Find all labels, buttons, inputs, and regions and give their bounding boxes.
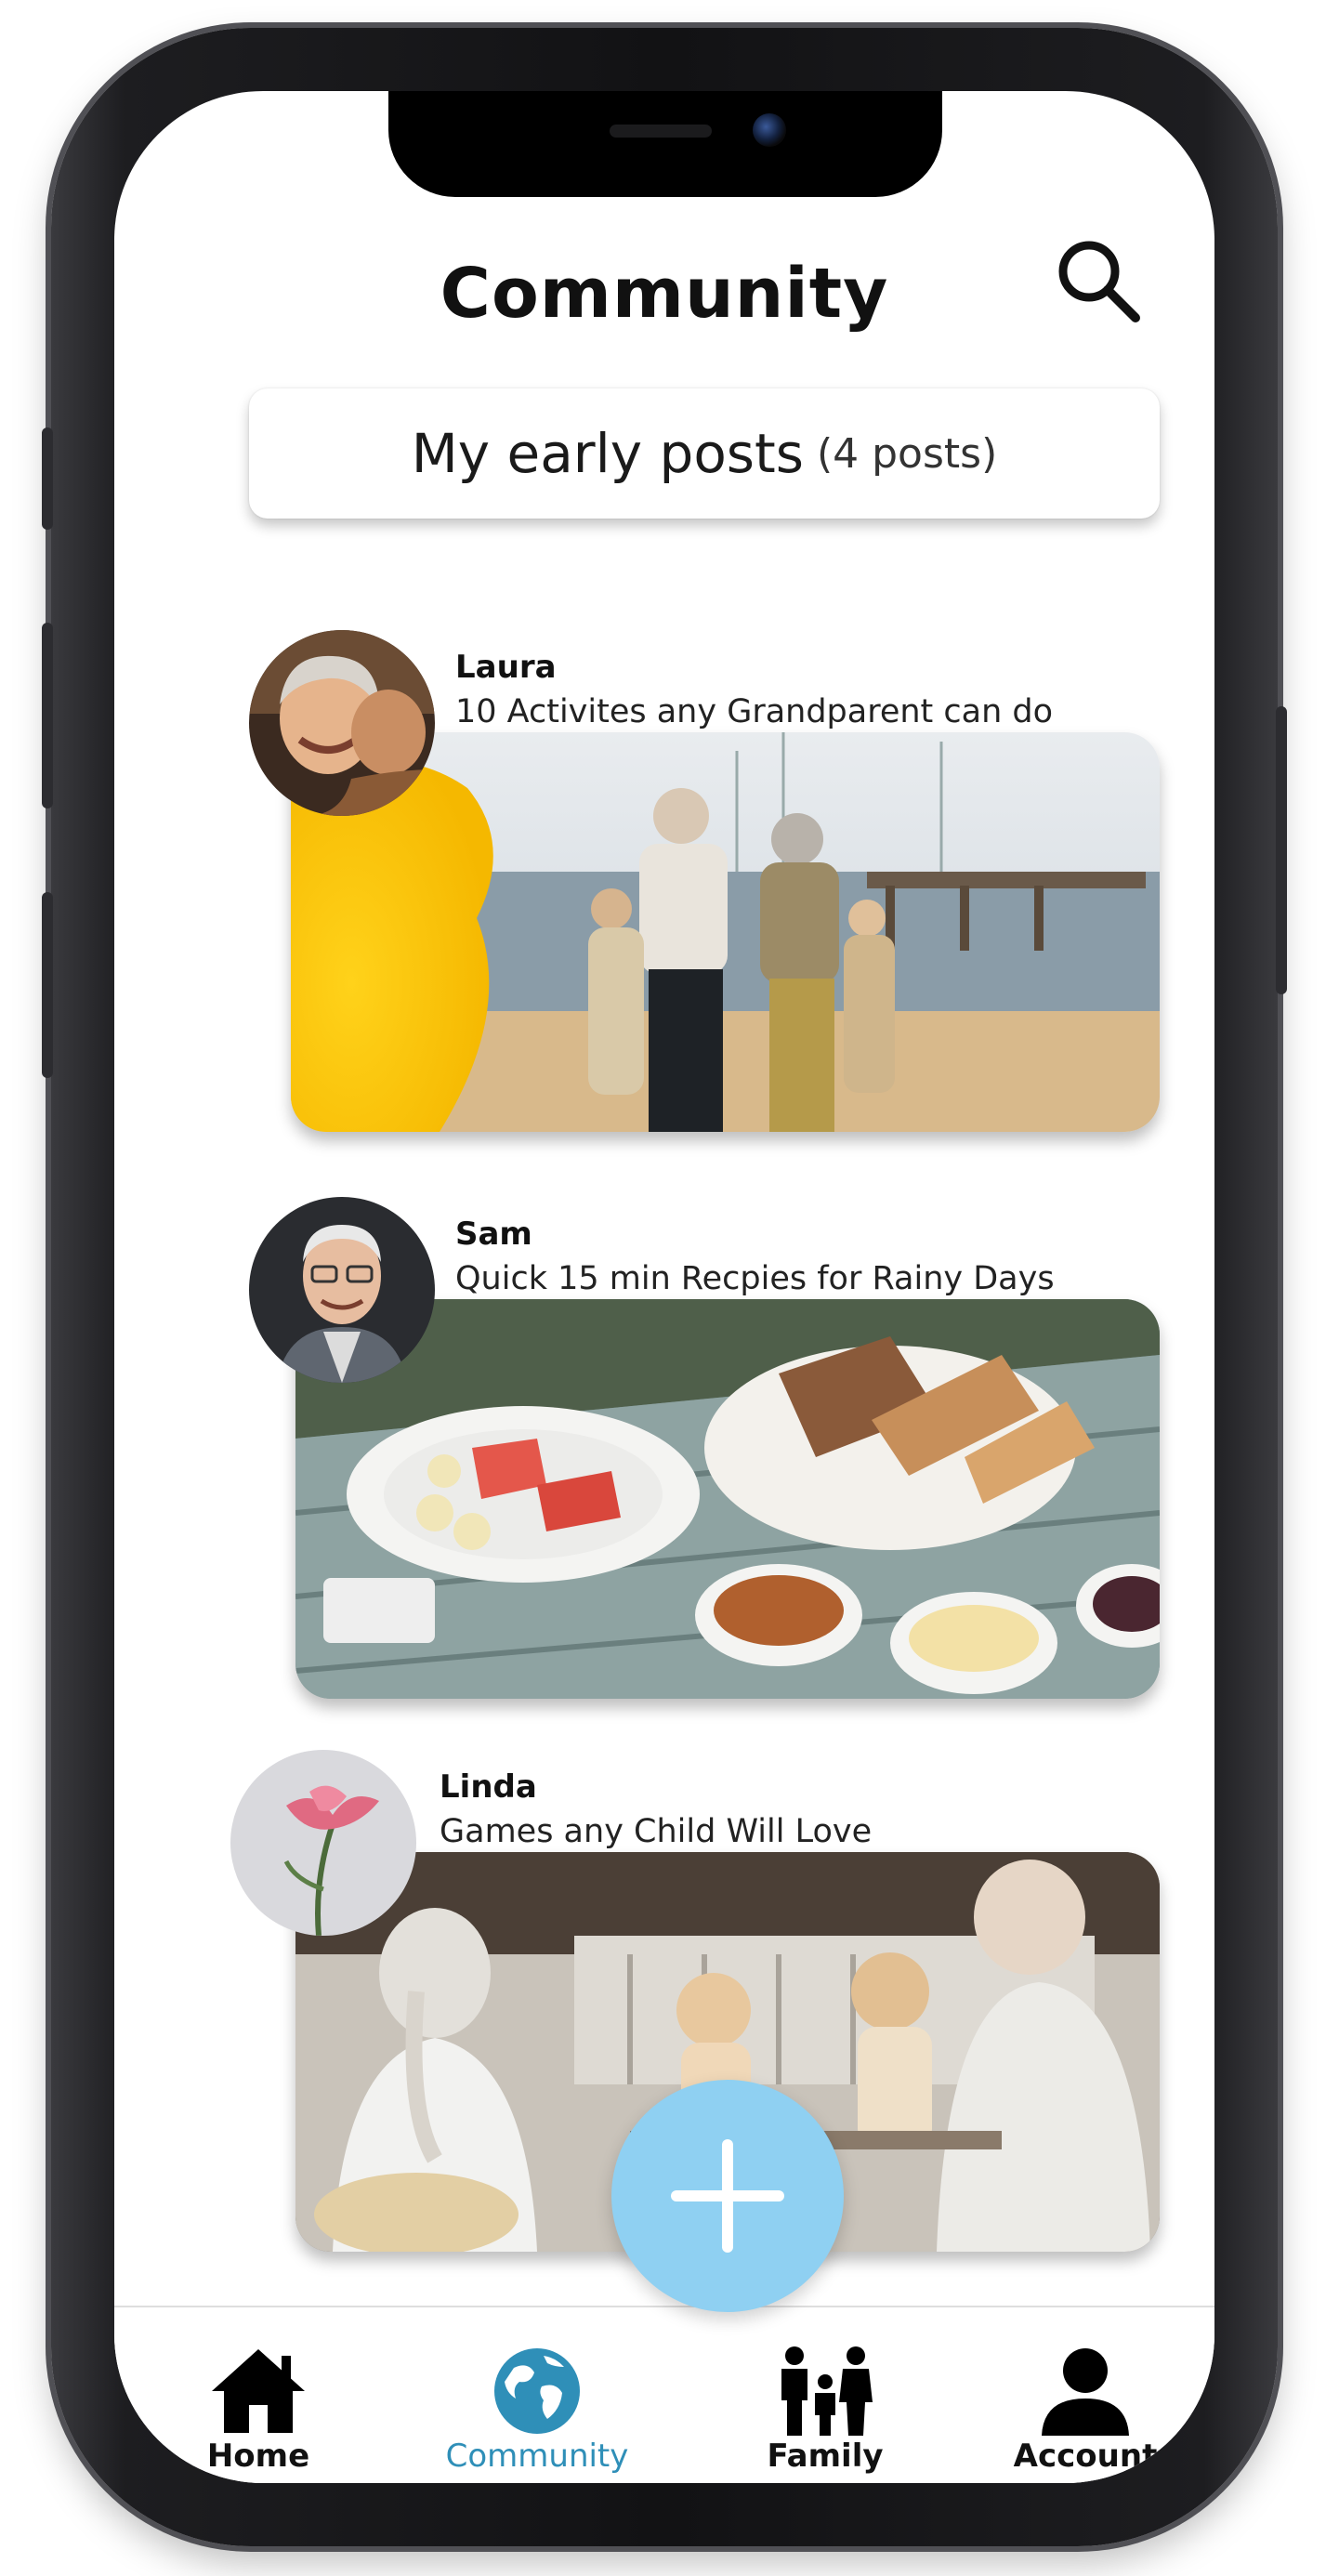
author-avatar <box>230 1750 416 1936</box>
silent-switch <box>42 427 53 530</box>
front-camera <box>753 113 786 147</box>
family-icon <box>781 2346 873 2436</box>
volume-down-button <box>42 892 53 1078</box>
search-button[interactable] <box>1048 230 1150 333</box>
family-at-pier-photo <box>291 732 1160 1132</box>
volume-up-button <box>42 623 53 808</box>
grandfather-photo <box>249 1197 435 1383</box>
post-author-name: Linda <box>440 1768 537 1806</box>
my-early-posts-button[interactable]: My early posts (4 posts) <box>249 388 1160 519</box>
post-title: Games any Child Will Love <box>440 1813 873 1850</box>
phone-frame: Community My early posts (4 posts) Laura… <box>42 28 1287 2546</box>
nav-item-home[interactable]: Home <box>147 2307 370 2483</box>
post-author-name: Sam <box>455 1216 532 1253</box>
post-card[interactable]: Sam Quick 15 min Recpies for Rainy Days <box>114 1197 1214 1699</box>
add-post-button[interactable] <box>611 2080 844 2312</box>
post-image[interactable] <box>291 732 1160 1132</box>
author-avatar <box>249 1197 435 1383</box>
my-early-posts-label: My early posts <box>411 422 804 485</box>
post-title: Quick 15 min Recpies for Rainy Days <box>455 1260 1055 1297</box>
post-title: 10 Activites any Grandparent can do <box>455 693 1054 730</box>
nav-item-account[interactable]: Account <box>974 2307 1197 2483</box>
speaker-grille <box>610 125 712 138</box>
plus-icon <box>671 2139 784 2253</box>
globe-icon <box>494 2348 580 2434</box>
bottom-nav: Home Community Family Account <box>114 2306 1214 2483</box>
post-count: (4 posts) <box>816 429 998 478</box>
post-author-name: Laura <box>455 649 557 686</box>
author-avatar <box>249 630 435 816</box>
notch <box>388 91 942 197</box>
breakfast-table-photo <box>295 1299 1160 1699</box>
grandmother-photo <box>249 630 435 816</box>
app-screen: Community My early posts (4 posts) Laura… <box>114 91 1214 2483</box>
nav-item-community[interactable]: Community <box>426 2307 649 2483</box>
nav-item-family[interactable]: Family <box>714 2307 937 2483</box>
nav-label-account: Account <box>1013 2438 1158 2475</box>
post-image[interactable] <box>295 1299 1160 1699</box>
person-icon <box>1042 2348 1129 2436</box>
nav-label-family: Family <box>767 2438 884 2475</box>
flower-photo <box>230 1750 416 1936</box>
power-button <box>1276 706 1287 994</box>
post-card[interactable]: Laura 10 Activites any Grandparent can d… <box>114 630 1214 1132</box>
house-icon <box>212 2349 305 2433</box>
nav-label-home: Home <box>206 2438 310 2475</box>
nav-label-community: Community <box>445 2438 629 2475</box>
search-icon <box>1058 241 1140 322</box>
